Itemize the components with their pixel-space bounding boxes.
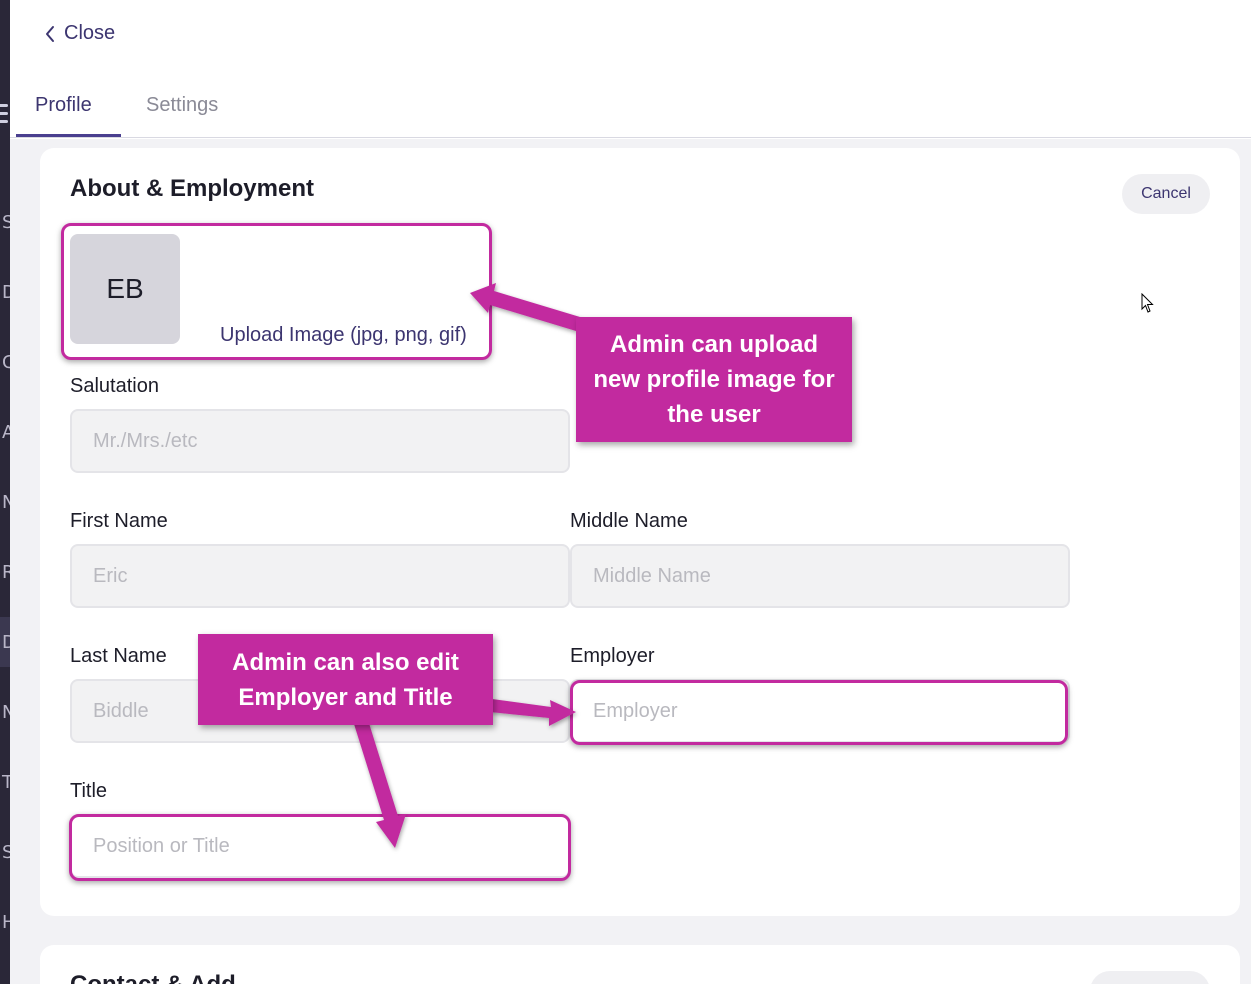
about-employment-card: About & Employment Cancel EB Upload Imag… <box>40 148 1240 916</box>
employer-label: Employer <box>570 645 655 667</box>
upload-image-link[interactable]: Upload Image (jpg, png, gif) <box>220 324 467 347</box>
tab-bar: Profile Settings <box>10 80 1251 138</box>
sidebar-letter[interactable]: A <box>2 422 10 443</box>
upload-callout: Admin can upload new profile image for t… <box>576 317 852 442</box>
app-sidebar-edge: S D C A N R D N T S H <box>0 0 10 984</box>
sidebar-letter[interactable]: N <box>2 702 10 723</box>
callout-line: the user <box>667 401 761 428</box>
mouse-cursor-icon <box>1141 293 1154 313</box>
close-label: Close <box>64 22 116 44</box>
close-button[interactable]: Close <box>44 22 115 45</box>
sidebar-letter[interactable]: R <box>2 562 10 583</box>
employer-input[interactable] <box>570 679 1070 743</box>
sidebar-letter[interactable]: C <box>2 352 10 373</box>
first-name-input[interactable] <box>70 544 570 608</box>
callout-line: new profile image for <box>593 366 835 393</box>
section-title: About & Employment <box>70 175 314 202</box>
active-tab-indicator <box>16 134 121 137</box>
callout-line: Admin can also edit <box>232 648 459 676</box>
chevron-left-icon <box>46 25 54 42</box>
tab-settings[interactable]: Settings <box>146 94 218 117</box>
first-name-label: First Name <box>70 510 168 532</box>
profile-panel: Close Profile Settings About & Employmen… <box>10 0 1251 984</box>
sidebar-letter[interactable]: D <box>2 282 10 303</box>
callout-line: Admin can upload <box>609 331 818 358</box>
title-input[interactable] <box>70 814 570 878</box>
edit-employer-title-callout: Admin can also edit Employer and Title <box>198 634 493 725</box>
sidebar-letter[interactable]: D <box>2 632 10 653</box>
sidebar-letter[interactable]: H <box>2 912 10 933</box>
hamburger-menu-icon[interactable] <box>0 104 8 128</box>
avatar: EB <box>70 234 180 344</box>
content-area: About & Employment Cancel EB Upload Imag… <box>10 139 1251 984</box>
sidebar-letter[interactable]: N <box>2 492 10 513</box>
sidebar-letter[interactable]: S <box>2 842 10 863</box>
salutation-input[interactable] <box>70 409 570 473</box>
sidebar-letter[interactable]: T <box>2 772 10 793</box>
sidebar-letter[interactable]: S <box>2 212 10 233</box>
middle-name-input[interactable] <box>570 544 1070 608</box>
title-label: Title <box>70 780 108 802</box>
middle-name-label: Middle Name <box>570 510 688 532</box>
contact-address-card: Contact & Add <box>40 945 1240 984</box>
cancel-button[interactable]: Cancel <box>1122 174 1210 214</box>
callout-line: Employer and Title <box>238 683 453 711</box>
salutation-label: Salutation <box>70 375 159 397</box>
section-title: Contact & Add <box>70 971 236 984</box>
edit-button[interactable] <box>1090 971 1210 984</box>
last-name-label: Last Name <box>70 645 167 667</box>
tab-profile[interactable]: Profile <box>35 94 92 117</box>
